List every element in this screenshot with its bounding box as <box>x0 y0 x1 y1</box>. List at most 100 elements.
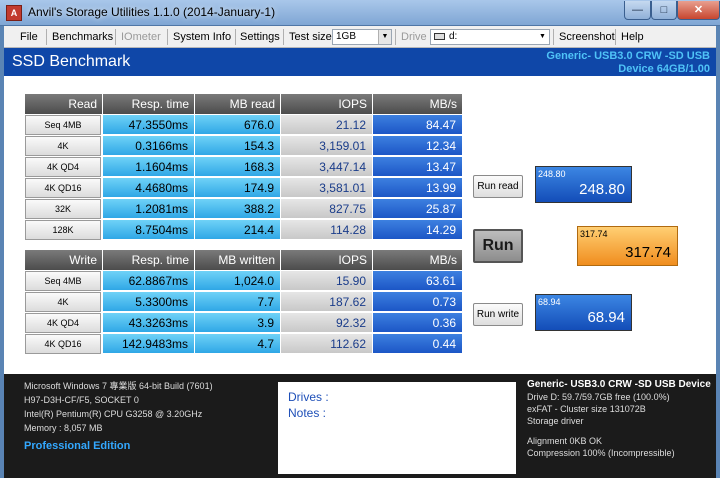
menu-file[interactable]: File <box>16 26 42 48</box>
write-score-small: 68.94 <box>538 297 561 307</box>
test-size-label: Test size <box>289 31 332 43</box>
read-score-box: 248.80 248.80 <box>535 166 632 203</box>
total-score-value: 317.74 <box>625 244 671 261</box>
resp-time-cell: 47.3550ms <box>103 115 195 135</box>
iops-cell: 827.75 <box>281 199 373 219</box>
menu-separator <box>615 29 616 45</box>
notes-box[interactable]: Drives : Notes : <box>278 382 516 474</box>
os-info: Microsoft Windows 7 專業版 64-bit Build (76… <box>24 381 213 391</box>
device-title: Generic- USB3.0 CRW -SD USB Device <box>527 379 711 390</box>
alignment-info: Alignment 0KB OK <box>527 436 603 446</box>
cpu-info: Intel(R) Pentium(R) CPU G3258 @ 3.20GHz <box>24 409 203 419</box>
header-cell: IOPS <box>281 250 373 270</box>
mbps-cell: 14.29 <box>373 220 463 240</box>
menu-bar: File Benchmarks IOmeter System Info Sett… <box>4 26 716 48</box>
row-test-button[interactable]: 32K <box>25 199 101 219</box>
driver-info: Storage driver <box>527 416 584 426</box>
device-name: Generic- USB3.0 CRW -SD USB <box>546 50 710 62</box>
resp-time-cell: 1.1604ms <box>103 157 195 177</box>
mbps-cell: 12.34 <box>373 136 463 156</box>
header-cell: Resp. time <box>103 94 195 114</box>
memory-info: Memory : 8,057 MB <box>24 423 103 433</box>
mb-cell: 174.9 <box>195 178 281 198</box>
minimize-button[interactable]: — <box>624 1 651 20</box>
drive-capacity: Drive D: 59.7/59.7GB free (100.0%) <box>527 392 670 402</box>
write-score-value: 68.94 <box>587 309 625 326</box>
resp-time-cell: 0.3166ms <box>103 136 195 156</box>
device-model: Device 64GB/1.00 <box>618 63 710 75</box>
compression-info: Compression 100% (Incompressible) <box>527 448 675 458</box>
resp-time-cell: 4.4680ms <box>103 178 195 198</box>
menu-system-info[interactable]: System Info <box>169 26 235 48</box>
filesystem-info: exFAT - Cluster size 131072B <box>527 404 646 414</box>
title-bar: A Anvil's Storage Utilities 1.1.0 (2014-… <box>0 0 720 26</box>
chevron-down-icon: ▼ <box>378 30 391 44</box>
info-footer: Microsoft Windows 7 專業版 64-bit Build (76… <box>4 374 716 478</box>
row-test-button[interactable]: 4K QD4 <box>25 313 101 333</box>
menu-separator <box>553 29 554 45</box>
board-info: H97-D3H-CF/F5, SOCKET 0 <box>24 395 139 405</box>
resp-time-cell: 1.2081ms <box>103 199 195 219</box>
mb-cell: 214.4 <box>195 220 281 240</box>
menu-settings[interactable]: Settings <box>236 26 284 48</box>
iops-cell: 3,159.01 <box>281 136 373 156</box>
test-size-select[interactable]: 1GB ▼ <box>332 29 392 45</box>
menu-separator <box>115 29 116 45</box>
row-test-button[interactable]: 128K <box>25 220 101 240</box>
iops-cell: 15.90 <box>281 271 373 291</box>
row-test-button[interactable]: 4K <box>25 292 101 312</box>
menu-help[interactable]: Help <box>617 26 648 48</box>
run-read-button[interactable]: Run read <box>473 175 523 198</box>
resp-time-cell: 5.3300ms <box>103 292 195 312</box>
mb-cell: 1,024.0 <box>195 271 281 291</box>
header-cell: MB read <box>195 94 281 114</box>
mbps-cell: 0.36 <box>373 313 463 333</box>
row-test-button[interactable]: 4K QD16 <box>25 334 101 354</box>
header-cell: Read <box>25 94 103 114</box>
header-cell: MB/s <box>373 250 463 270</box>
drive-select[interactable]: d: ▼ <box>430 29 550 45</box>
notes-label: Notes : <box>288 406 327 420</box>
mb-cell: 676.0 <box>195 115 281 135</box>
row-test-button[interactable]: 4K <box>25 136 101 156</box>
mb-cell: 168.3 <box>195 157 281 177</box>
menu-iometer: IOmeter <box>121 31 161 43</box>
header-cell: Write <box>25 250 103 270</box>
write-score-box: 68.94 68.94 <box>535 294 632 331</box>
chevron-down-icon: ▼ <box>536 30 549 44</box>
iops-cell: 114.28 <box>281 220 373 240</box>
mbps-cell: 13.47 <box>373 157 463 177</box>
read-score-small: 248.80 <box>538 169 566 179</box>
iops-cell: 187.62 <box>281 292 373 312</box>
row-test-button[interactable]: 4K QD4 <box>25 157 101 177</box>
mb-cell: 154.3 <box>195 136 281 156</box>
close-button[interactable]: ✕ <box>677 1 720 20</box>
mb-cell: 3.9 <box>195 313 281 333</box>
device-info: Generic- USB3.0 CRW -SD USB Device Drive… <box>527 379 711 459</box>
window-title: Anvil's Storage Utilities 1.1.0 (2014-Ja… <box>28 5 276 19</box>
page-title: SSD Benchmark <box>12 53 131 70</box>
row-test-button[interactable]: Seq 4MB <box>25 271 101 291</box>
iops-cell: 21.12 <box>281 115 373 135</box>
mbps-cell: 84.47 <box>373 115 463 135</box>
read-score-value: 248.80 <box>579 181 625 198</box>
system-info: Microsoft Windows 7 專業版 64-bit Build (76… <box>24 379 213 435</box>
run-write-button[interactable]: Run write <box>473 303 523 326</box>
test-size-value: 1GB <box>336 31 357 42</box>
menu-screenshot[interactable]: Screenshot <box>555 26 619 48</box>
mbps-cell: 0.44 <box>373 334 463 354</box>
resp-time-cell: 8.7504ms <box>103 220 195 240</box>
total-score-small: 317.74 <box>580 229 608 239</box>
drive-icon <box>434 32 445 40</box>
row-test-button[interactable]: 4K QD16 <box>25 178 101 198</box>
header-cell: Resp. time <box>103 250 195 270</box>
drives-label: Drives : <box>288 390 329 404</box>
mbps-cell: 13.99 <box>373 178 463 198</box>
maximize-button[interactable]: □ <box>651 1 677 20</box>
row-test-button[interactable]: Seq 4MB <box>25 115 101 135</box>
run-button[interactable]: Run <box>473 229 523 263</box>
drive-value: d: <box>449 31 458 42</box>
menu-benchmarks[interactable]: Benchmarks <box>48 26 117 48</box>
header-cell: IOPS <box>281 94 373 114</box>
